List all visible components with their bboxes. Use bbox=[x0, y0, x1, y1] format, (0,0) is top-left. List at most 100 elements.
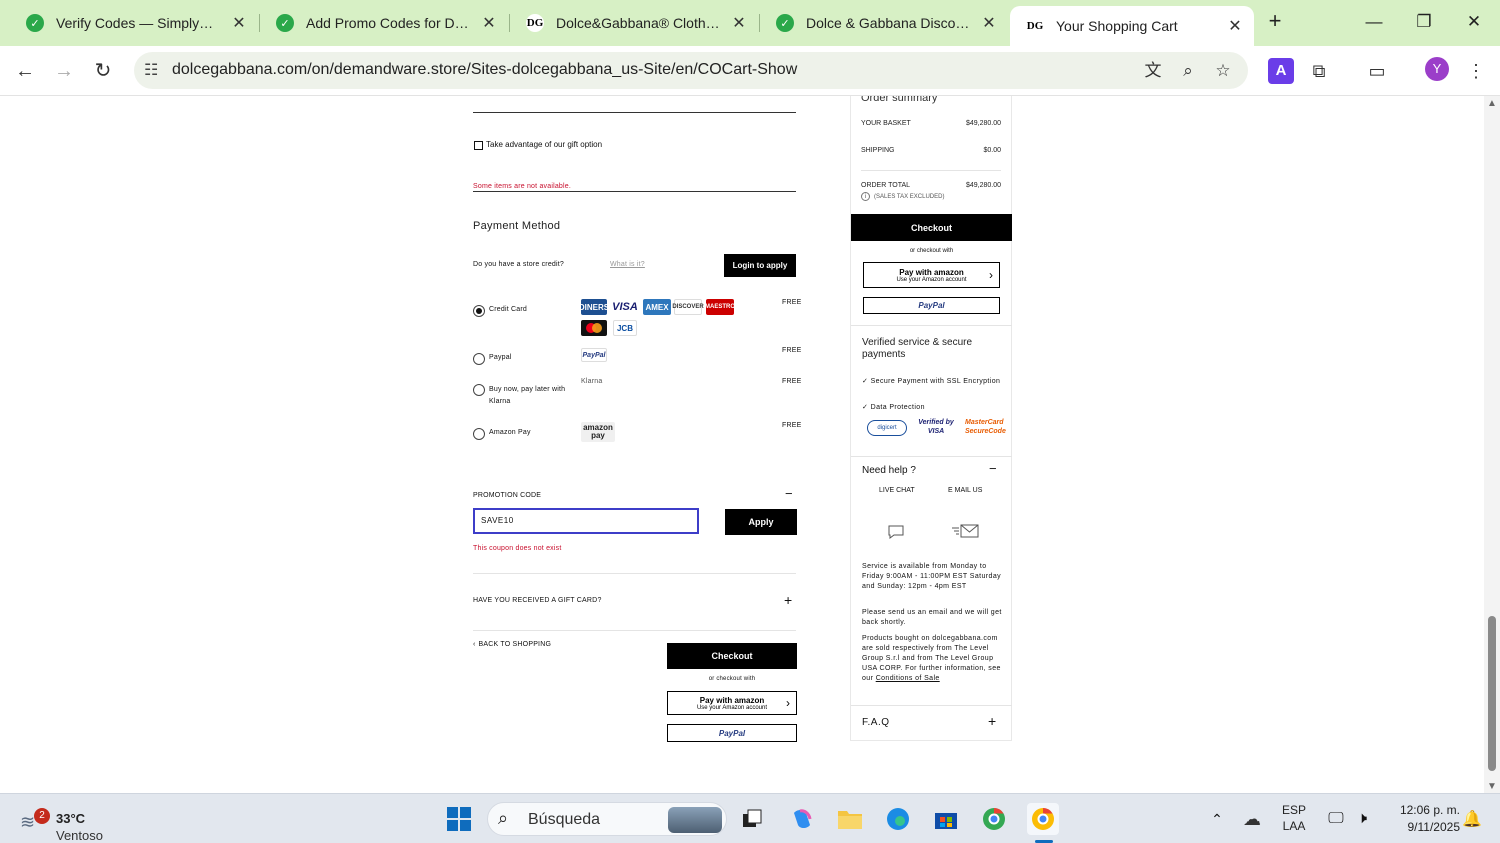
gift-option-checkbox[interactable] bbox=[474, 141, 483, 150]
weather-widget[interactable]: ≋ 2 33°C Ventoso bbox=[20, 804, 120, 843]
extension-a-icon[interactable]: A bbox=[1268, 58, 1294, 84]
credit-card-radio[interactable] bbox=[473, 305, 485, 317]
paypal-label: Paypal bbox=[489, 354, 512, 361]
divider bbox=[851, 325, 1012, 326]
login-to-apply-button[interactable]: Login to apply bbox=[724, 254, 796, 277]
checkout-button[interactable]: Checkout bbox=[667, 643, 797, 669]
maestro-logo-icon: MAESTRO bbox=[705, 299, 735, 315]
faq-toggle[interactable]: + bbox=[988, 713, 996, 729]
tab-simplycodes-add[interactable]: ✓ Add Promo Codes for Dolce & ✕ bbox=[260, 6, 508, 40]
need-help-toggle[interactable]: − bbox=[989, 461, 997, 476]
menu-dots-icon[interactable]: ⋮ bbox=[1463, 58, 1489, 84]
chat-bubble-icon[interactable] bbox=[887, 524, 905, 545]
envelope-icon[interactable] bbox=[951, 524, 979, 543]
promo-collapse-toggle[interactable]: − bbox=[785, 486, 793, 501]
summary-checkout-button[interactable]: Checkout bbox=[851, 214, 1012, 241]
shipping-row: SHIPPING $0.00 bbox=[861, 147, 1001, 154]
profile-avatar[interactable]: Y bbox=[1425, 57, 1449, 81]
search-highlight-image bbox=[668, 807, 722, 833]
amazon-pay-price: FREE bbox=[782, 422, 802, 429]
summary-paypal-button[interactable]: PayPal bbox=[863, 297, 1000, 314]
close-icon[interactable]: ✕ bbox=[1226, 16, 1244, 36]
back-to-shopping-label: BACK TO SHOPPING bbox=[478, 641, 552, 648]
faq-title[interactable]: F.A.Q bbox=[862, 717, 890, 728]
clock-time: 12:06 p. m. bbox=[1399, 803, 1460, 817]
order-total-label: ORDER TOTAL bbox=[861, 182, 911, 189]
apply-promo-button[interactable]: Apply bbox=[725, 509, 797, 535]
amazon-pay-radio[interactable] bbox=[473, 428, 485, 440]
basket-row: YOUR BASKET $49,280.00 bbox=[861, 120, 1001, 127]
sidepanel-search-icon[interactable]: ▭ bbox=[1364, 58, 1390, 84]
scroll-up-arrow-icon[interactable]: ▲ bbox=[1486, 98, 1498, 109]
page-scrollbar[interactable]: ▲ ▼ bbox=[1484, 96, 1500, 793]
zoom-icon[interactable]: ⌕ bbox=[1176, 59, 1200, 83]
mastercard-securecode-badge-icon: MasterCard SecureCode bbox=[965, 419, 1006, 435]
amazon-pay-logo-icon: amazon pay bbox=[581, 422, 615, 442]
translate-icon[interactable]: 文 bbox=[1141, 59, 1165, 83]
back-to-shopping-link[interactable]: ‹ BACK TO SHOPPING bbox=[473, 641, 551, 648]
show-hidden-icons-chevron-icon[interactable]: ⌃ bbox=[1201, 803, 1233, 835]
divider bbox=[851, 456, 1012, 457]
forward-button[interactable]: → bbox=[49, 56, 79, 86]
browser-toolbar: ← → ↻ ☷ dolcegabbana.com/on/demandware.s… bbox=[0, 46, 1500, 96]
tab-title: Verify Codes — SimplyCodes bbox=[56, 15, 222, 31]
tab-dolcegabbana-clothing[interactable]: DG Dolce&Gabbana® Clothing, D ✕ bbox=[510, 6, 758, 40]
amazon-pay-button[interactable]: Pay with amazon Use your Amazon account … bbox=[667, 691, 797, 715]
info-icon[interactable]: i bbox=[861, 192, 870, 201]
store-icon[interactable] bbox=[930, 803, 962, 835]
gift-card-expand-toggle[interactable]: + bbox=[784, 592, 792, 608]
live-chat-label[interactable]: LIVE CHAT bbox=[879, 487, 915, 494]
restore-button[interactable]: ❐ bbox=[1404, 6, 1444, 38]
close-window-button[interactable]: ✕ bbox=[1454, 6, 1494, 38]
site-info-icon[interactable]: ☷ bbox=[144, 60, 158, 80]
klarna-radio[interactable] bbox=[473, 384, 485, 396]
klarna-logo-icon: Klarna bbox=[581, 378, 603, 385]
chevron-right-icon: › bbox=[786, 696, 790, 710]
shipping-label: SHIPPING bbox=[861, 147, 895, 154]
chrome-profile-1-icon[interactable] bbox=[978, 803, 1010, 835]
close-icon[interactable]: ✕ bbox=[230, 13, 248, 33]
new-tab-button[interactable]: + bbox=[1262, 8, 1288, 36]
weather-desc: Ventoso bbox=[56, 828, 103, 843]
conditions-of-sale-link[interactable]: Conditions of Sale bbox=[876, 675, 940, 682]
amazon-pay-line2: Use your Amazon account bbox=[696, 704, 768, 711]
taskbar-search[interactable]: ⌕ Búsqueda bbox=[487, 802, 727, 836]
paypal-button[interactable]: PayPal bbox=[667, 724, 797, 742]
close-icon[interactable]: ✕ bbox=[480, 13, 498, 33]
minimize-button[interactable]: — bbox=[1354, 6, 1394, 38]
tab-simplycodes-verify[interactable]: ✓ Verify Codes — SimplyCodes ✕ bbox=[10, 6, 258, 40]
start-button[interactable] bbox=[443, 803, 475, 835]
scroll-thumb[interactable] bbox=[1488, 616, 1496, 771]
divider bbox=[861, 170, 1001, 171]
tab-dg-discount[interactable]: ✓ Dolce & Gabbana Discount C ✕ bbox=[760, 6, 1008, 40]
notifications-bell-icon[interactable]: 🔔 bbox=[1456, 803, 1488, 835]
bookmark-star-icon[interactable]: ☆ bbox=[1211, 59, 1235, 83]
gift-option-label: Take advantage of our gift option bbox=[486, 140, 603, 149]
paypal-radio[interactable] bbox=[473, 353, 485, 365]
scroll-down-arrow-icon[interactable]: ▼ bbox=[1486, 781, 1498, 792]
promo-code-input[interactable]: SAVE10 bbox=[473, 508, 699, 534]
chrome-profile-2-icon[interactable] bbox=[1027, 803, 1059, 835]
what-is-it-link[interactable]: What is it? bbox=[610, 261, 645, 268]
address-bar[interactable]: ☷ dolcegabbana.com/on/demandware.store/S… bbox=[134, 52, 1248, 89]
edge-icon[interactable] bbox=[882, 803, 914, 835]
clock[interactable]: 12:06 p. m. 9/11/2025 bbox=[1380, 802, 1460, 836]
copilot-icon[interactable] bbox=[786, 803, 818, 835]
tab-shopping-cart[interactable]: DG Your Shopping Cart ✕ bbox=[1010, 6, 1254, 46]
email-us-label[interactable]: E MAIL US bbox=[948, 487, 982, 494]
divider bbox=[473, 630, 796, 631]
onedrive-cloud-icon[interactable]: ☁ bbox=[1236, 803, 1268, 835]
back-button[interactable]: ← bbox=[10, 56, 40, 86]
unavailable-notice: Some items are not available. bbox=[473, 183, 572, 190]
reload-button[interactable]: ↻ bbox=[88, 56, 118, 86]
language-indicator[interactable]: ESP LAA bbox=[1276, 802, 1312, 834]
summary-amazon-pay-button[interactable]: Pay with amazon Use your Amazon account … bbox=[863, 262, 1000, 288]
weather-temp: 33°C bbox=[56, 811, 86, 826]
close-icon[interactable]: ✕ bbox=[730, 13, 748, 33]
close-icon[interactable]: ✕ bbox=[980, 13, 998, 33]
file-explorer-icon[interactable] bbox=[834, 803, 866, 835]
task-view-icon[interactable] bbox=[736, 803, 768, 835]
verified-title: Verified service & secure payments bbox=[862, 337, 973, 360]
extensions-puzzle-icon[interactable]: ⧉ bbox=[1306, 58, 1332, 84]
volume-muted-icon[interactable]: 🕨 bbox=[1346, 803, 1378, 835]
